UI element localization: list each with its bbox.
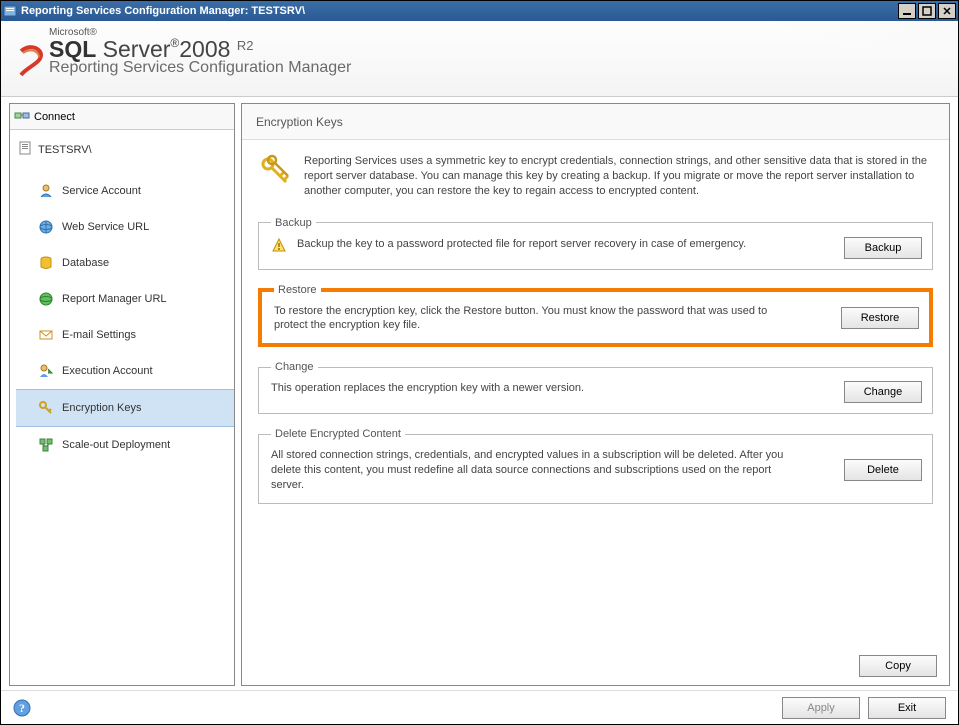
window-title: Reporting Services Configuration Manager…	[21, 5, 898, 17]
server-node[interactable]: TESTSRV\	[16, 136, 234, 163]
backup-legend: Backup	[271, 217, 316, 229]
email-icon	[38, 327, 54, 343]
scale-out-icon	[38, 437, 54, 453]
sidebar-item-label: Web Service URL	[62, 221, 149, 233]
connect-button[interactable]: Connect	[10, 104, 234, 130]
backup-text: Backup the key to a password protected f…	[297, 237, 817, 252]
sidebar-item-service-account[interactable]: Service Account	[16, 173, 234, 209]
sidebar-item-label: E-mail Settings	[62, 329, 136, 341]
sql-server-logo-icon	[17, 45, 45, 79]
delete-text: All stored connection strings, credentia…	[271, 448, 791, 493]
help-icon[interactable]: ?	[13, 699, 31, 717]
connect-icon	[14, 107, 30, 126]
backup-group: Backup Backup the key to a password prot…	[258, 217, 933, 270]
delete-group: Delete Encrypted Content All stored conn…	[258, 428, 933, 504]
change-group: Change This operation replaces the encry…	[258, 361, 933, 414]
sidebar-item-label: Execution Account	[62, 365, 153, 377]
sidebar: Connect TESTSRV\ Service Account Web Ser…	[9, 103, 235, 686]
close-button[interactable]	[938, 3, 956, 19]
restore-text: To restore the encryption key, click the…	[274, 304, 794, 334]
delete-legend: Delete Encrypted Content	[271, 428, 405, 440]
product-header: Microsoft® SQL Server®2008 R2 Reporting …	[1, 21, 958, 97]
backup-button[interactable]: Backup	[844, 237, 922, 259]
execution-account-icon	[38, 363, 54, 379]
sidebar-item-report-manager-url[interactable]: Report Manager URL	[16, 281, 234, 317]
sidebar-item-label: Report Manager URL	[62, 293, 167, 305]
restore-button[interactable]: Restore	[841, 307, 919, 329]
window-titlebar: Reporting Services Configuration Manager…	[1, 1, 958, 21]
exit-button[interactable]: Exit	[868, 697, 946, 719]
server-icon	[18, 140, 34, 159]
restore-legend: Restore	[274, 284, 321, 296]
intro-text: Reporting Services uses a symmetric key …	[304, 154, 933, 199]
sidebar-item-execution-account[interactable]: Execution Account	[16, 353, 234, 389]
service-account-icon	[38, 183, 54, 199]
restore-group: Restore To restore the encryption key, c…	[258, 284, 933, 348]
warning-icon	[271, 237, 287, 253]
svg-text:?: ?	[19, 701, 25, 715]
sidebar-item-encryption-keys[interactable]: Encryption Keys	[16, 389, 234, 427]
change-text: This operation replaces the encryption k…	[271, 381, 791, 396]
report-manager-icon	[38, 291, 54, 307]
web-service-icon	[38, 219, 54, 235]
keys-large-icon	[258, 154, 292, 188]
sidebar-item-label: Service Account	[62, 185, 141, 197]
server-label: TESTSRV\	[38, 144, 92, 156]
bottom-bar: ? Apply Exit	[1, 690, 958, 724]
connect-label: Connect	[34, 111, 75, 123]
copy-button[interactable]: Copy	[859, 655, 937, 677]
sidebar-item-web-service-url[interactable]: Web Service URL	[16, 209, 234, 245]
change-button[interactable]: Change	[844, 381, 922, 403]
sidebar-item-label: Database	[62, 257, 109, 269]
change-legend: Change	[271, 361, 318, 373]
sidebar-item-label: Scale-out Deployment	[62, 439, 170, 451]
content-pane: Encryption Keys Reporting Services uses …	[241, 103, 950, 686]
app-icon	[3, 4, 17, 18]
sidebar-item-label: Encryption Keys	[62, 402, 141, 414]
apply-button[interactable]: Apply	[782, 697, 860, 719]
sidebar-item-database[interactable]: Database	[16, 245, 234, 281]
database-icon	[38, 255, 54, 271]
key-icon	[38, 400, 54, 416]
delete-button[interactable]: Delete	[844, 459, 922, 481]
sidebar-item-scale-out-deployment[interactable]: Scale-out Deployment	[16, 427, 234, 463]
maximize-button[interactable]	[918, 3, 936, 19]
sidebar-item-email-settings[interactable]: E-mail Settings	[16, 317, 234, 353]
minimize-button[interactable]	[898, 3, 916, 19]
content-title: Encryption Keys	[242, 104, 949, 140]
window-buttons	[898, 3, 956, 19]
